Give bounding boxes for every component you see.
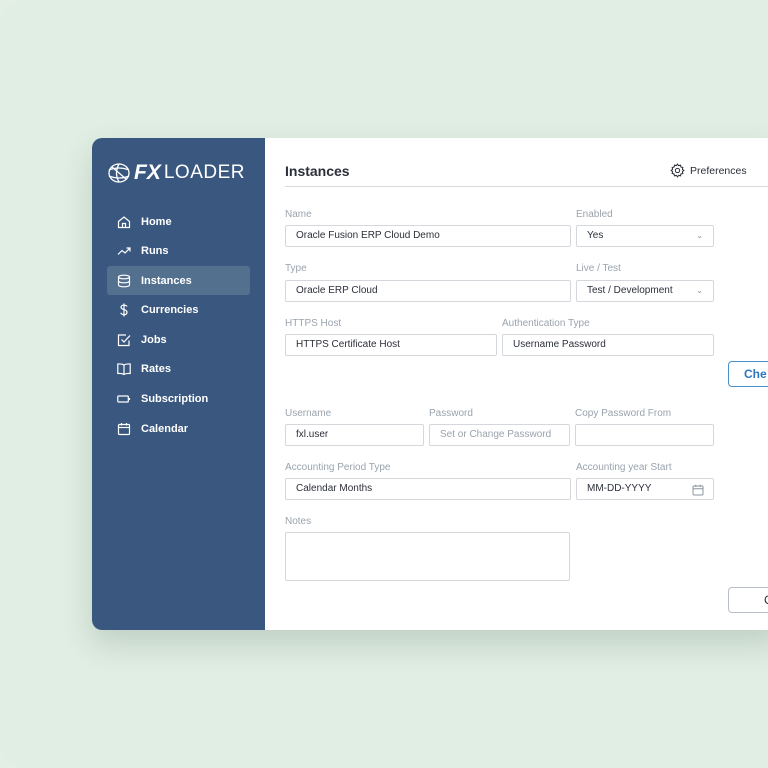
database-icon [117, 274, 131, 288]
trend-icon [117, 244, 131, 258]
sidebar-item-runs[interactable]: Runs [107, 237, 250, 266]
main-content: Instances Preferences Name Oracle Fusion… [265, 138, 768, 630]
type-value: Oracle ERP Cloud [296, 285, 378, 296]
dollar-icon [117, 303, 131, 317]
logo: FX LOADER [106, 160, 245, 186]
sidebar-item-label: Rates [141, 363, 171, 376]
sidebar-item-label: Runs [141, 245, 169, 258]
globe-logo-icon [108, 163, 130, 183]
chevron-down-icon: ⌄ [696, 231, 703, 240]
preferences-label: Preferences [690, 164, 747, 177]
yearstart-label: Accounting year Start [576, 462, 672, 473]
password-field[interactable]: Set or Change Password [429, 424, 570, 446]
livetest-value: Test / Development [587, 285, 673, 296]
name-label: Name [285, 209, 312, 220]
logo-loader-text: LOADER [163, 162, 245, 183]
notes-textarea[interactable] [285, 532, 570, 581]
page-title: Instances [285, 163, 350, 179]
type-label: Type [285, 263, 307, 274]
sidebar-item-label: Calendar [141, 422, 189, 435]
yearstart-field[interactable]: MM-DD-YYYY [576, 478, 714, 500]
yearstart-placeholder: MM-DD-YYYY [587, 483, 652, 494]
title-underline [285, 186, 768, 187]
sidebar-item-label: Jobs [141, 333, 167, 346]
copypw-label: Copy Password From [575, 408, 672, 419]
sidebar-item-home[interactable]: Home [107, 207, 250, 236]
enabled-select[interactable]: Yes ⌄ [576, 225, 714, 247]
sidebar-item-rates[interactable]: Rates [107, 355, 250, 384]
enabled-value: Yes [587, 230, 604, 241]
password-placeholder: Set or Change Password [440, 429, 552, 440]
period-label: Accounting Period Type [285, 462, 391, 473]
sidebar-item-calendar[interactable]: Calendar [107, 414, 250, 443]
username-label: Username [285, 408, 332, 419]
enabled-label: Enabled [576, 209, 613, 220]
calendar-icon [117, 422, 131, 436]
name-field[interactable]: Oracle Fusion ERP Cloud Demo [285, 225, 571, 247]
period-field[interactable]: Calendar Months [285, 478, 571, 500]
home-icon [117, 215, 131, 229]
username-field[interactable]: fxl.user [285, 424, 424, 446]
battery-icon [117, 392, 131, 406]
livetest-select[interactable]: Test / Development ⌄ [576, 280, 714, 302]
sidebar: FX LOADER Home Runs Instances Currencies… [92, 138, 265, 630]
period-value: Calendar Months [296, 483, 373, 494]
notes-label: Notes [285, 516, 312, 527]
sidebar-item-label: Subscription [141, 393, 209, 406]
auth-label: Authentication Type [502, 318, 590, 329]
sidebar-item-jobs[interactable]: Jobs [107, 325, 250, 354]
password-label: Password [429, 408, 473, 419]
gear-icon [670, 163, 685, 178]
sidebar-item-currencies[interactable]: Currencies [107, 296, 250, 325]
host-field[interactable]: HTTPS Certificate Host [285, 334, 497, 356]
username-value: fxl.user [296, 429, 329, 440]
logo-fx-text: FX [134, 161, 161, 184]
cancel-button[interactable]: C [728, 587, 768, 613]
sidebar-item-instances[interactable]: Instances [107, 266, 250, 296]
sidebar-item-label: Currencies [141, 304, 199, 317]
chevron-down-icon: ⌄ [696, 286, 703, 295]
sidebar-nav: Home Runs Instances Currencies Jobs Rate… [107, 207, 250, 444]
checkbox-icon [117, 333, 131, 347]
book-icon [117, 362, 131, 376]
app-window: FX LOADER Home Runs Instances Currencies… [92, 138, 768, 630]
host-value: HTTPS Certificate Host [296, 339, 400, 350]
calendar-icon[interactable] [692, 484, 704, 499]
sidebar-item-subscription[interactable]: Subscription [107, 385, 250, 414]
sidebar-item-label: Home [141, 215, 172, 228]
check-button[interactable]: Che [728, 361, 768, 387]
auth-field[interactable]: Username Password [502, 334, 714, 356]
name-value: Oracle Fusion ERP Cloud Demo [296, 230, 440, 241]
auth-value: Username Password [513, 339, 606, 350]
livetest-label: Live / Test [576, 263, 621, 274]
type-field[interactable]: Oracle ERP Cloud [285, 280, 571, 302]
host-label: HTTPS Host [285, 318, 342, 329]
copy-password-field[interactable] [575, 424, 714, 446]
sidebar-item-label: Instances [141, 274, 192, 287]
preferences-button[interactable]: Preferences [670, 163, 747, 178]
